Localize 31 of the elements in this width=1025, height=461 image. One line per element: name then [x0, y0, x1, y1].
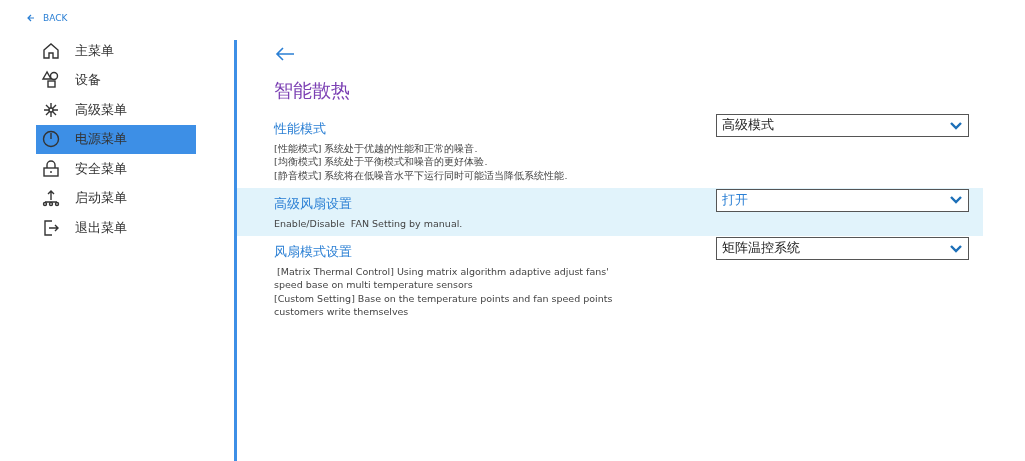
exit-icon	[41, 217, 61, 238]
house-icon	[41, 40, 61, 61]
setting-description: Enable/Disable FAN Setting by manual.	[274, 216, 463, 231]
shapes-icon	[41, 70, 61, 91]
sidebar-item[interactable]: 主菜单	[36, 36, 196, 66]
back-link[interactable]: BACK	[27, 13, 68, 23]
setting-description: [Matrix Thermal Control] Using matrix algorithm adaptive adjust fans' speed base on multi temperature sensors [Custom Setting] Base on the temperature points and fan speed points customers write themselves	[274, 265, 613, 319]
setting-row[interactable]: 性能模式 [性能模式] 系统处于优越的性能和正常的噪音. [均衡模式] 系统处于平衡模式和噪音的更好体验. [静音模式] 系统将在低噪音水平下运行同时可能适当降低系统性能. 高级模式	[237, 113, 983, 188]
dropdown[interactable]: 高级模式	[716, 114, 969, 137]
sidebar-item[interactable]: 启动菜单	[36, 183, 196, 213]
setting-label: 性能模式	[274, 121, 326, 136]
dropdown[interactable]: 矩阵温控系统	[716, 237, 969, 261]
dropdown[interactable]: 打开	[716, 188, 969, 212]
chevron-down-icon	[949, 195, 963, 206]
sidebar-item[interactable]: 设备	[36, 65, 196, 95]
setting-row[interactable]: 高级风扇设置 Enable/Disable FAN Setting by manual. 打开	[237, 187, 983, 237]
back-arrow-icon[interactable]	[275, 46, 295, 62]
chevron-down-icon	[949, 243, 963, 254]
chevron-down-icon	[949, 120, 963, 131]
sidebar-item[interactable]: 退出菜单	[36, 213, 196, 243]
setting-label: 高级风扇设置	[274, 195, 352, 211]
setting-description: [性能模式] 系统处于优越的性能和正常的噪音. [均衡模式] 系统处于平衡模式和噪音的更好体验. [静音模式] 系统将在低噪音水平下运行同时可能适当降低系统性能.	[274, 142, 568, 182]
sidebar-item[interactable]: 高级菜单	[36, 95, 196, 125]
sidebar-item[interactable]: 电源菜单	[36, 124, 196, 154]
setting-label: 风扇模式设置	[274, 244, 352, 260]
sidebar-item[interactable]: 安全菜单	[36, 154, 196, 184]
lock-icon	[41, 158, 61, 179]
back-arrow-icon	[27, 14, 35, 22]
power-icon	[41, 129, 61, 150]
page-title: 智能散热	[274, 78, 351, 103]
network-icon	[41, 188, 61, 209]
